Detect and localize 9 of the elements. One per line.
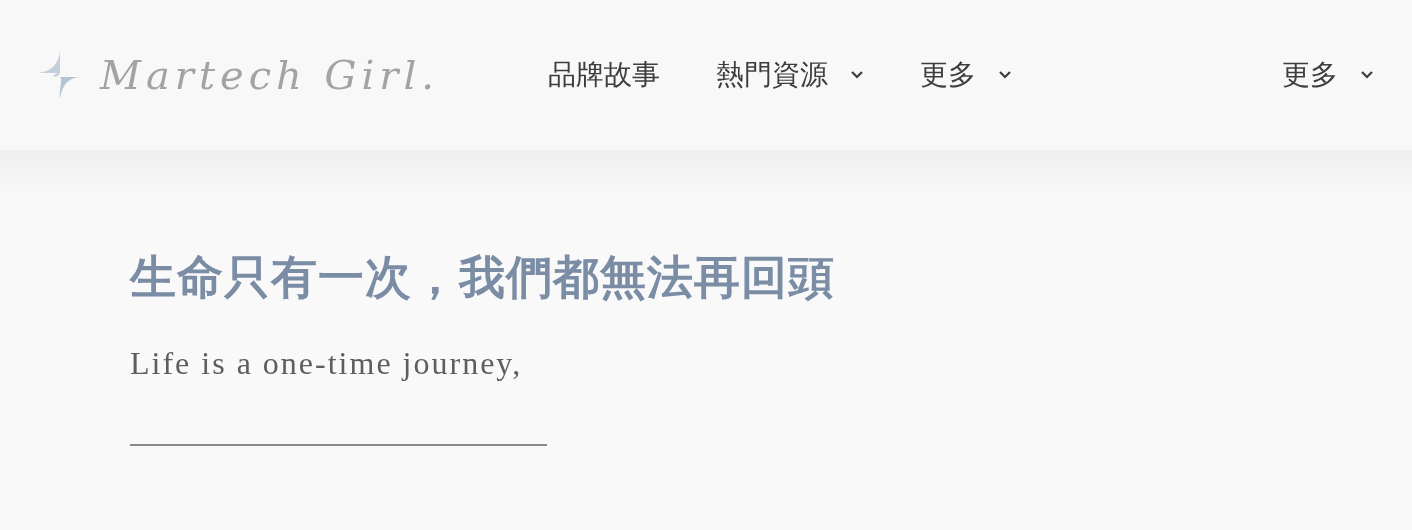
nav-link[interactable]: 更多: [920, 52, 1012, 98]
hero-title: 生命只有一次，我們都無法再回頭: [130, 251, 836, 305]
nav-link[interactable]: 品牌故事: [548, 52, 660, 98]
nav-link[interactable]: 更多: [1282, 52, 1374, 98]
chevron-down-icon: [1360, 70, 1374, 80]
chevron-down-icon: [998, 70, 1012, 80]
nav-link[interactable]: 熱門資源: [716, 52, 864, 98]
hero-subtitle: Life is a one-time journey,: [130, 345, 524, 382]
chevron-down-icon: [850, 70, 864, 80]
